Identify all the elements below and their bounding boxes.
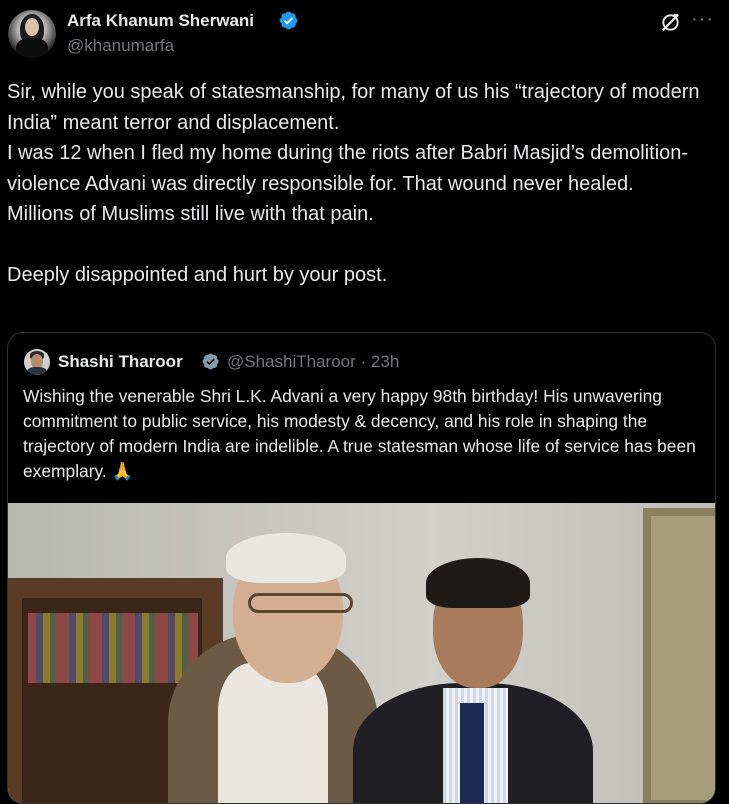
more-icon[interactable]: ··· — [691, 9, 715, 32]
quoted-author-avatar[interactable] — [24, 349, 50, 375]
quoted-tweet[interactable]: Shashi Tharoor @ShashiTharoor · 23h Wish… — [7, 332, 716, 804]
quoted-verified-badge-icon — [201, 352, 220, 371]
author-display-name[interactable]: Arfa Khanum Sherwani — [67, 11, 254, 31]
quoted-author-handle[interactable]: @ShashiTharoor — [227, 352, 356, 371]
grok-icon[interactable] — [660, 12, 681, 33]
quoted-timestamp[interactable]: 23h — [371, 352, 399, 371]
verified-badge-icon[interactable] — [278, 10, 299, 31]
author-handle[interactable]: @khanumarfa — [67, 36, 174, 56]
quoted-tweet-photo[interactable] — [8, 503, 715, 803]
quoted-author-name[interactable]: Shashi Tharoor — [58, 352, 183, 372]
tweet-text: Sir, while you speak of statesmanship, f… — [7, 81, 700, 286]
quoted-handle-time[interactable]: @ShashiTharoor · 23h — [227, 352, 399, 372]
quoted-tweet-text: Wishing the venerable Shri L.K. Advani a… — [23, 386, 696, 481]
author-avatar[interactable] — [8, 10, 56, 58]
tweet-header: Arfa Khanum Sherwani @khanumarfa ··· — [0, 0, 729, 70]
separator-dot: · — [360, 352, 367, 371]
